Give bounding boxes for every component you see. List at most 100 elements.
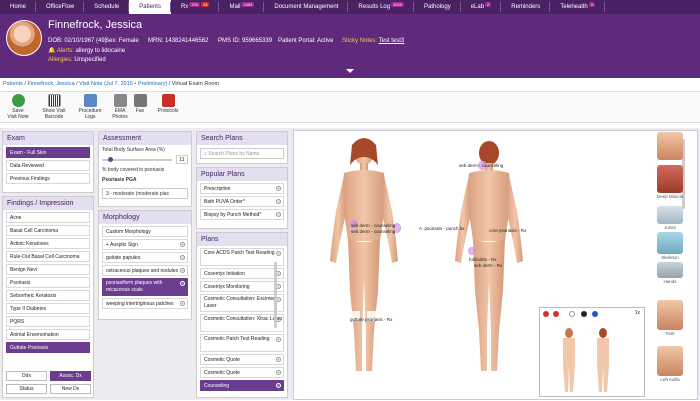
morphology-item-weeping[interactable]: weeping intertriginous patches + [102,298,188,309]
assoc-dx-button[interactable]: Assoc. Dx [50,371,91,381]
nav-tab-label: Results Log [358,4,391,10]
region-skeleton-label: Skeleton [661,255,679,260]
collapse-banner-icon[interactable] [346,69,354,73]
allergies-label: Allergies: [48,57,73,63]
bsa-slider-handle[interactable] [108,157,113,162]
plan-label: Counseling [204,383,230,389]
plan-item[interactable]: Cosmetic Quote + [200,367,284,378]
morphology-psoriasiform-label: psoriasiform plaques with micaceous scal… [106,280,163,293]
nav-badge: 2 [485,2,492,7]
region-deep-muscle[interactable]: Deep Muscle [648,165,692,199]
exam-item-data-reviewed[interactable]: Data Reviewed [6,160,90,171]
save-visit-note-button[interactable]: Save Visit Note [2,94,34,122]
popular-plan-item[interactable]: Prescription + [200,183,284,194]
nav-tab-schedule[interactable]: Schedule [84,0,130,14]
bsa-label: Total Body Surface Area (%) [102,147,165,153]
finding-psoriasis[interactable]: Psoriasis [6,277,90,288]
region-left-axilla[interactable]: Left Axilla [648,346,692,382]
nav-tab-label: OfficeFlow [46,4,75,10]
morphology-item-custom[interactable]: Custom Morphology [102,226,188,237]
procedure-logs-button[interactable]: Procedure Logs [74,94,106,122]
plan-item[interactable]: Cosmetic Patch Test Reading + [200,334,284,352]
popular-plan-item[interactable]: Biopsy by Punch Method* + [200,209,284,220]
protocols-icon [161,94,175,107]
nav-tab-telehealth[interactable]: Telehealth 3 [550,0,605,14]
alerts-value: allergy to lidocaine [75,48,126,54]
morphology-weeping-label: weeping intertriginous patches [106,301,174,307]
morphology-item-auspitz[interactable]: + Auspitz Sign + [102,239,188,250]
breadcrumb-patients[interactable]: Patients [3,81,23,87]
nav-tab-reminders[interactable]: Reminders [501,0,551,14]
morphology-item-psoriasiform[interactable]: psoriasiform plaques with micaceous scal… [102,278,188,296]
region-skeleton[interactable]: Skeleton [648,232,692,260]
back-body-figure[interactable] [455,141,523,371]
nav-tab-document-management[interactable]: Document Management [264,0,349,14]
plan-item[interactable]: Cosentyx Monitoring + [200,281,284,292]
popular-plan-label: Prescription [204,186,231,192]
region-feet[interactable]: Feet [648,300,692,336]
plan-item[interactable]: Core ACDS Patch Test Reading + [200,248,284,266]
status-button[interactable]: Status [6,384,47,394]
nav-tab-pathology[interactable]: Pathology [414,0,461,14]
morphology-guttate-label: guttate papules [106,255,141,261]
exam-item-full-skin[interactable]: Exam - Full Skin [6,147,90,158]
plan-item[interactable]: Cosmetic Consultation: Excimer Laser + [200,294,284,312]
search-plans-input[interactable]: ⌕ Search Plans by Name [200,148,284,159]
plan-item[interactable]: Cosmetic Consultation: Xtrac Laser + [200,314,284,332]
nav-tab-patients[interactable]: Patients [129,0,171,14]
nav-tab-mail[interactable]: Mail 2453 [219,0,265,14]
finding-seb-keratosis[interactable]: Seborrheic Keratosis [6,290,90,301]
protocols-button[interactable]: Protocols [152,94,184,122]
body-minimap[interactable]: 1x [539,307,645,397]
pga-select[interactable]: 3 - moderate (moderate plac [102,188,188,199]
add-icon: + [180,281,185,286]
bsa-value-input[interactable]: 11 [176,155,188,164]
minimap-minus-icon[interactable] [553,311,559,317]
breadcrumb-visit-note[interactable]: Visit Note (Jul 7, 2016 • Preliminary) [79,81,167,87]
popular-plan-item[interactable]: Bath PUVA Order* + [200,196,284,207]
minimap-zoom[interactable]: 1x [635,310,640,316]
add-icon: + [180,301,185,306]
front-body-figure[interactable] [330,138,398,371]
show-barcode-button[interactable]: Show Visit Barcode [38,94,70,122]
finding-acne[interactable]: Acne [6,212,90,223]
finding-ro-basal-cell[interactable]: Rule-Out Basal Cell Carcinoma [6,251,90,262]
body-label-front-forearm-2: seb derm - counseling [351,229,396,234]
new-dx-button[interactable]: New Dx [50,384,91,394]
region-skin[interactable] [648,132,692,161]
minimap-close-icon[interactable] [543,311,549,317]
minimap-dark-icon[interactable] [581,311,587,317]
plan-item[interactable]: Cosentyx Initiation + [200,268,284,279]
region-joints[interactable]: Joints [648,206,692,230]
finding-diabetes[interactable]: Type II Diabetes [6,303,90,314]
patient-name[interactable]: Finnefrock, Jessica [48,19,142,31]
nav-badge: 2453 [241,2,255,7]
nav-tab-elab[interactable]: eLab 2 [461,0,502,14]
nav-tab-officeflow[interactable]: OfficeFlow [36,0,85,14]
nav-tab-home[interactable]: Home [0,0,37,14]
sticky-notes-link[interactable]: Test test3 [379,38,405,44]
morphology-item-ostraceous[interactable]: ostraceous plaques and nodules + [102,265,188,276]
finding-pqrs[interactable]: PQRS [6,316,90,327]
finding-guttate-psoriasis[interactable]: Guttate Psoriasis [6,342,90,353]
morphology-item-guttate[interactable]: guttate papules + [102,252,188,263]
nav-tab-results-log[interactable]: Results Log 3023 [348,0,415,14]
sex-field: Sex: Female [105,38,139,44]
finding-benign-nevi[interactable]: Benign Nevi [6,264,90,275]
breadcrumb-patient[interactable]: Finnefrock, Jessica [27,81,74,87]
region-hands[interactable]: Hands [648,262,692,284]
finding-envenomation[interactable]: Animal Envenomation [6,329,90,340]
minimap-blue-icon[interactable] [592,311,598,317]
minimap-refresh-icon[interactable] [569,311,575,317]
alerts-label: Alerts: [56,48,74,54]
plan-item-counseling[interactable]: Counseling + [200,380,284,391]
morphology-heading: Morphology [99,211,191,224]
ddx-button[interactable]: Ddx [6,371,47,381]
finding-basal-cell[interactable]: Basal Cell Carcinoma [6,225,90,236]
finding-actinic[interactable]: Actinic Keratoses [6,238,90,249]
plans-scrollbar[interactable] [274,262,277,328]
exam-item-previous-findings[interactable]: Previous Findings [6,173,90,184]
lesion-marker[interactable] [468,247,476,255]
plan-item[interactable]: Cosmetic Quote + [200,354,284,365]
nav-tab-rx[interactable]: Rx 203 13 [171,0,220,14]
